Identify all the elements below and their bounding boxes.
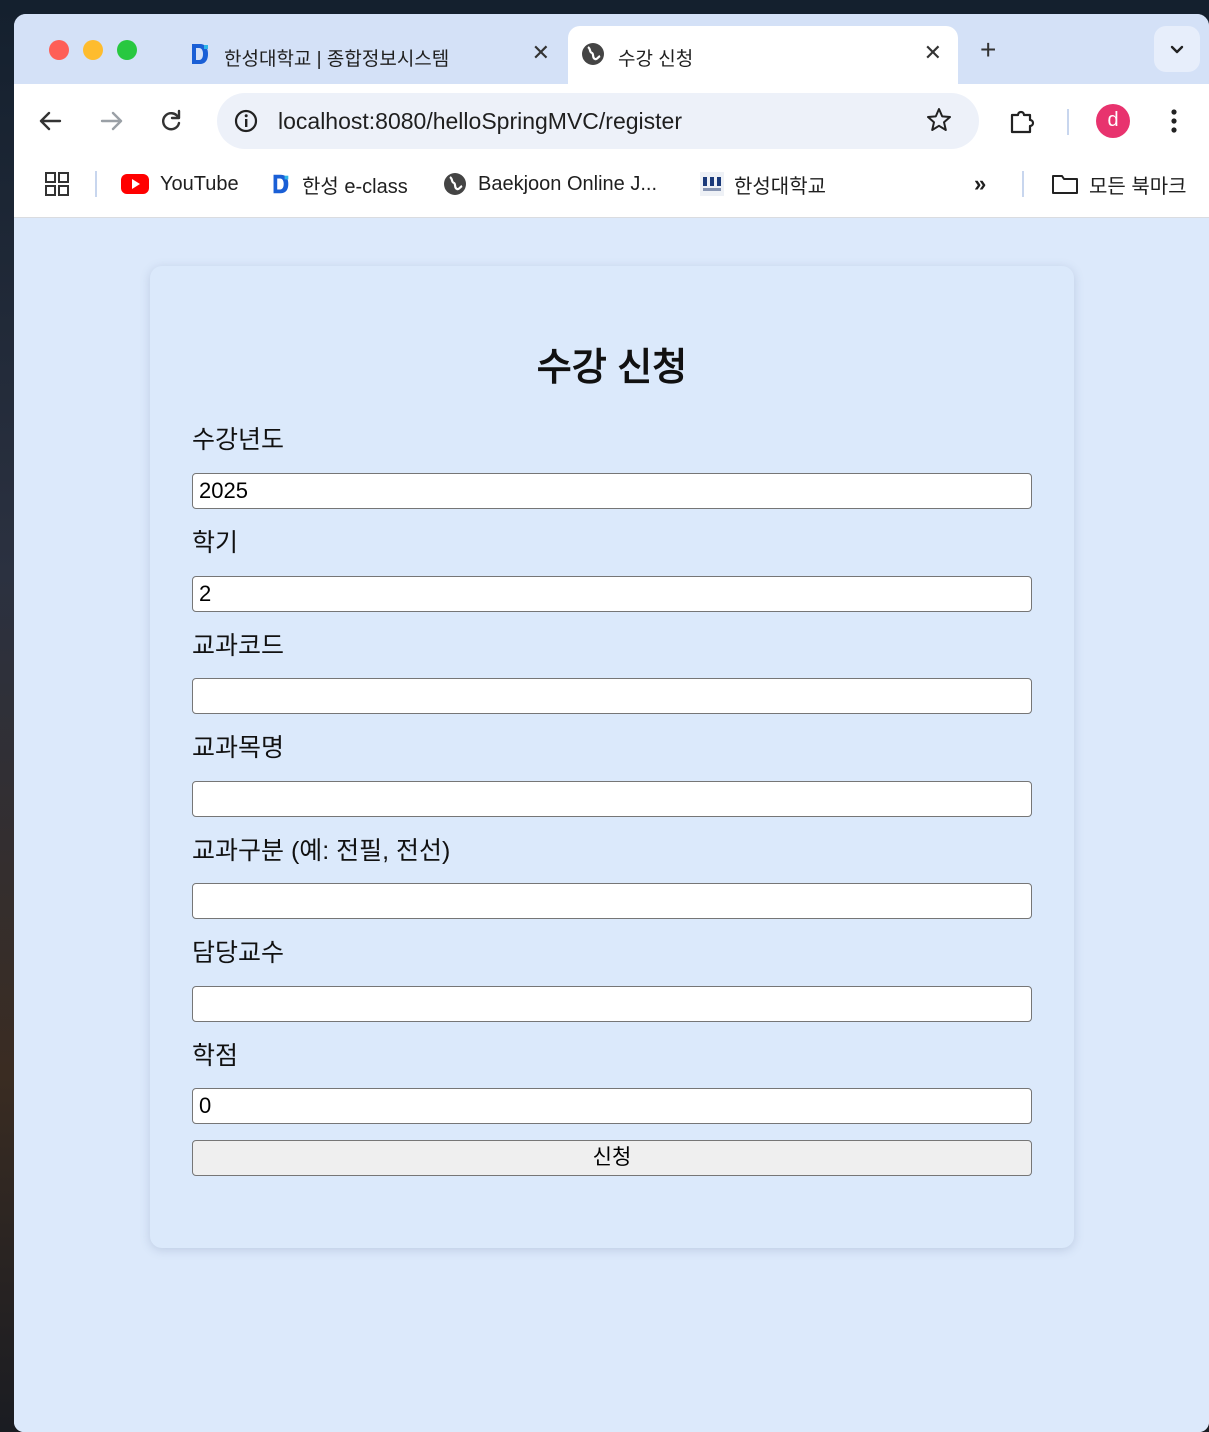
- address-bar[interactable]: localhost:8080/helloSpringMVC/register: [217, 93, 979, 149]
- year-input[interactable]: 2025: [192, 473, 1032, 509]
- bookmark-baekjoon[interactable]: Baekjoon Online J...: [442, 169, 657, 199]
- new-tab-button[interactable]: +: [980, 36, 996, 64]
- tab-course-register[interactable]: 수강 신청 ✕: [568, 26, 958, 84]
- kebab-menu-icon[interactable]: [1164, 106, 1184, 141]
- browser-window: 한성대학교 | 종합정보시스템 ✕ 수강 신청 ✕ + localhost:80…: [14, 14, 1209, 1432]
- hansung-logo-icon: [700, 172, 724, 196]
- course-code-input[interactable]: [192, 678, 1032, 714]
- semester-input[interactable]: 2: [192, 576, 1032, 612]
- bookmark-label: YouTube: [160, 172, 239, 195]
- bookmark-label: 한성대학교: [734, 175, 826, 198]
- globe-icon: [444, 173, 466, 195]
- bookmark-label: 한성 e-class: [302, 175, 408, 198]
- page-viewport: 수강 신청 수강년도 2025 학기 2 교과코드 교과목명 교과구분 (예: …: [14, 218, 1209, 1432]
- all-bookmarks-label: 모든 북마크: [1089, 175, 1187, 198]
- tab-title: 수강 신청: [618, 49, 694, 70]
- profile-avatar[interactable]: d: [1096, 104, 1130, 138]
- course-code-label: 교과코드: [192, 632, 285, 660]
- bookmark-star-icon[interactable]: [925, 106, 953, 139]
- all-bookmarks-button[interactable]: 모든 북마크: [1051, 169, 1187, 199]
- reload-button[interactable]: [156, 106, 186, 136]
- course-category-input[interactable]: [192, 883, 1032, 919]
- page-title: 수강 신청: [536, 347, 688, 389]
- back-button[interactable]: [36, 106, 66, 136]
- bookmarks-bar: YouTube 한성 e-class Baekjoon Online J...: [14, 156, 1209, 218]
- folder-icon: [1052, 175, 1078, 194]
- submit-button[interactable]: 신청: [192, 1140, 1032, 1176]
- professor-label: 담당교수: [192, 939, 285, 967]
- bookmarks-divider: [1022, 171, 1024, 197]
- arrow-right-icon: [100, 111, 123, 131]
- close-tab-icon[interactable]: ✕: [924, 42, 942, 64]
- course-name-input[interactable]: [192, 781, 1032, 817]
- register-form-card: 수강 신청 수강년도 2025 학기 2 교과코드 교과목명 교과구분 (예: …: [150, 266, 1074, 1248]
- close-tab-icon[interactable]: ✕: [532, 42, 550, 64]
- youtube-icon: [121, 174, 149, 194]
- globe-icon: [580, 41, 606, 67]
- course-category-label: 교과구분 (예: 전필, 전선): [192, 837, 451, 865]
- chevron-down-icon: [1170, 45, 1184, 54]
- arrow-left-icon: [39, 111, 62, 131]
- extensions-puzzle-icon[interactable]: [1007, 106, 1037, 141]
- eclass-icon: [273, 174, 289, 194]
- bookmark-youtube[interactable]: YouTube: [120, 169, 239, 199]
- year-label: 수강년도: [192, 426, 285, 454]
- tab-search-button[interactable]: [1154, 26, 1200, 72]
- forward-button[interactable]: [96, 106, 126, 136]
- toolbar-divider: [1067, 109, 1069, 135]
- tab-strip: 한성대학교 | 종합정보시스템 ✕ 수강 신청 ✕ +: [14, 14, 1209, 84]
- reload-icon: [162, 109, 181, 131]
- apps-grid-icon[interactable]: [44, 169, 80, 199]
- url-text[interactable]: localhost:8080/helloSpringMVC/register: [278, 108, 682, 135]
- bookmark-hansung-eclass[interactable]: 한성 e-class: [268, 169, 408, 199]
- bookmark-label: Baekjoon Online J...: [478, 172, 657, 195]
- credits-input[interactable]: 0: [192, 1088, 1032, 1124]
- browser-toolbar: localhost:8080/helloSpringMVC/register d: [14, 84, 1209, 156]
- hansung-d-icon: [186, 41, 212, 67]
- close-window-button[interactable]: [49, 40, 69, 60]
- course-name-label: 교과목명: [192, 734, 285, 762]
- tab-hansung-portal[interactable]: 한성대학교 | 종합정보시스템 ✕: [174, 26, 566, 84]
- tab-title: 한성대학교 | 종합정보시스템: [224, 49, 450, 70]
- professor-input[interactable]: [192, 986, 1032, 1022]
- credits-label: 학점: [192, 1042, 239, 1070]
- bookmarks-overflow-button[interactable]: »: [974, 169, 986, 199]
- minimize-window-button[interactable]: [83, 40, 103, 60]
- site-info-icon[interactable]: [233, 108, 259, 139]
- bookmark-hansung-univ[interactable]: 한성대학교: [700, 169, 826, 199]
- bookmarks-divider: [95, 171, 97, 197]
- semester-label: 학기: [192, 529, 239, 557]
- maximize-window-button[interactable]: [117, 40, 137, 60]
